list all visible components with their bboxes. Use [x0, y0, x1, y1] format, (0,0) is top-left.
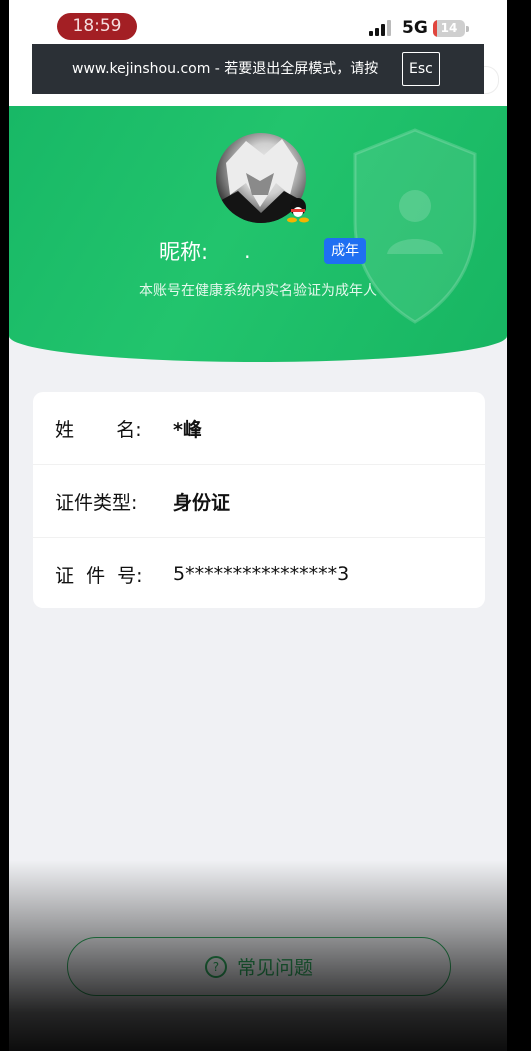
faq-label: 常见问题 [236, 957, 313, 979]
identity-card: 姓 名: *峰 证件类型: 身份证 证 件 号: 5**************… [33, 392, 485, 608]
network-type: 5G [402, 18, 428, 38]
profile-header: 昵称: . 成年 本账号在健康系统内实名验证为成年人 [9, 106, 507, 362]
verification-text: 本账号在健康系统内实名验证为成年人 [139, 283, 377, 299]
nickname-row: 昵称: . 成年 [159, 234, 367, 268]
nickname-value: . [244, 239, 251, 263]
question-icon: ? [204, 955, 227, 978]
battery-icon: 14 [433, 20, 465, 37]
adult-badge: 成年 [324, 238, 367, 264]
id-number-value: 5****************3 [173, 563, 350, 585]
faq-button[interactable]: ? 常见问题 [67, 937, 451, 996]
id-type-row: 证件类型: 身份证 [33, 464, 485, 537]
name-label: 姓 名: [55, 418, 142, 441]
id-type-label: 证件类型: [55, 491, 138, 514]
fullscreen-toast-message: www.kejinshou.com - 若要退出全屏模式，请按 [72, 61, 379, 77]
id-number-label: 证 件 号: [55, 564, 143, 587]
esc-key: Esc [402, 52, 440, 86]
id-number-row: 证 件 号: 5****************3 [33, 537, 485, 610]
name-value: *峰 [173, 418, 202, 441]
qq-icon [287, 198, 309, 223]
status-time: 18:59 [57, 13, 137, 40]
fullscreen-toast: www.kejinshou.com - 若要退出全屏模式，请按 Esc [32, 44, 484, 94]
phone-screen: 18:59 5G 14 昵称: . 成年 本账号在健康系统内实名验证为成年人 w… [9, 0, 507, 1051]
signal-icon [369, 20, 393, 36]
nickname-label: 昵称: [159, 240, 209, 264]
id-type-value: 身份证 [173, 491, 231, 514]
battery-level: 14 [440, 21, 458, 35]
name-row: 姓 名: *峰 [33, 392, 485, 464]
